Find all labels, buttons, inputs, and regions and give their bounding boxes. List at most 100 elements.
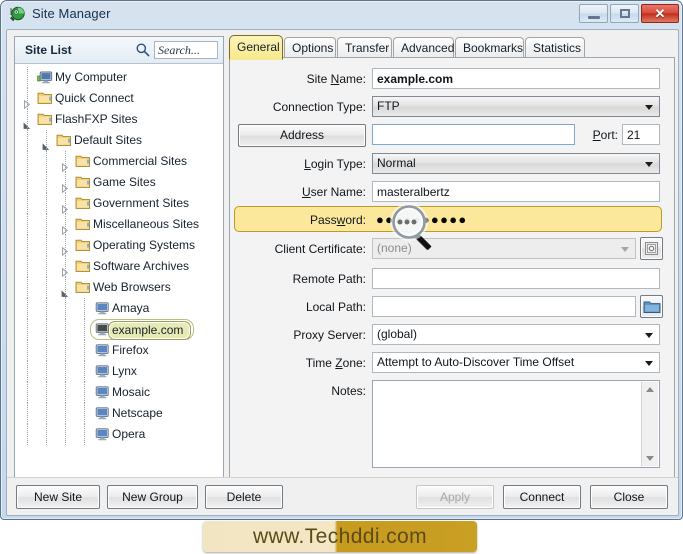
tab-label: Bookmarks	[463, 41, 524, 55]
notes-textarea[interactable]	[372, 380, 660, 468]
proxy-server-select[interactable]: (global)	[372, 324, 660, 345]
tree-item-my-computer[interactable]: My Computer	[15, 67, 223, 88]
password-input[interactable]: ●●●●●●●●●●	[376, 209, 468, 230]
tree-item-game-sites[interactable]: Game Sites	[15, 172, 223, 194]
login-type-select[interactable]: Normal	[372, 153, 660, 174]
notes-scrollbar[interactable]	[641, 382, 658, 466]
folder-icon	[56, 133, 72, 148]
tree-guide-line	[46, 298, 47, 319]
tree-item-lynx[interactable]: Lynx	[15, 361, 223, 382]
tree-guide-line	[46, 151, 47, 172]
tree-guide-line	[46, 235, 47, 256]
tab-transfer[interactable]: Transfer	[337, 37, 392, 59]
site-icon	[94, 343, 110, 358]
tree-item-example-com[interactable]: example.com	[15, 319, 223, 340]
time-zone-select[interactable]: Attempt to Auto-Discover Time Offset	[372, 352, 660, 373]
tree-item-label: Quick Connect	[55, 91, 134, 105]
tree-item-firefox[interactable]: Firefox	[15, 340, 223, 361]
new-group-button[interactable]: New Group	[107, 485, 198, 509]
tree-guide-line	[65, 214, 66, 235]
tree-item-label: example.com	[108, 321, 192, 340]
tree-guide-line	[27, 172, 28, 193]
minimize-button[interactable]	[579, 4, 608, 23]
tree-guide-line	[27, 88, 28, 109]
site-manager-window: Site Manager ✕ Site List Search... My Co…	[0, 0, 683, 520]
tree-item-flashfxp-sites[interactable]: FlashFXP Sites	[15, 109, 223, 130]
chevron-down-icon	[645, 162, 653, 167]
tree-item-commercial-sites[interactable]: Commercial Sites	[15, 151, 223, 173]
apply-button[interactable]: Apply	[416, 485, 494, 509]
connect-button[interactable]: Connect	[503, 485, 581, 509]
scroll-down-button[interactable]	[642, 451, 658, 466]
tab-label: General	[237, 40, 280, 54]
tree-guide-line	[84, 361, 85, 382]
tree-guide-line	[46, 172, 47, 193]
site-icon	[94, 406, 110, 421]
folder-icon	[75, 238, 91, 253]
tree-item-netscape[interactable]: Netscape	[15, 403, 223, 424]
tree-guide-line	[27, 403, 28, 424]
chevron-up-icon	[646, 387, 654, 392]
tree-item-mosaic[interactable]: Mosaic	[15, 382, 223, 403]
tree-item-opera[interactable]: Opera	[15, 424, 223, 445]
window-title: Site Manager	[32, 6, 111, 21]
user-name-input[interactable]	[372, 181, 660, 202]
remote-path-input[interactable]	[372, 268, 660, 289]
new-site-label: New Site	[33, 490, 83, 504]
tree-guide-line	[84, 403, 85, 424]
tab-options[interactable]: Options	[284, 37, 336, 59]
tree-item-label: Amaya	[112, 301, 150, 315]
tree-item-default-sites[interactable]: Default Sites	[15, 130, 223, 151]
local-path-browse-button[interactable]	[640, 295, 663, 318]
address-input[interactable]	[372, 124, 575, 145]
tree-item-software-archives[interactable]: Software Archives	[15, 256, 223, 278]
connection-type-select[interactable]: FTP	[372, 96, 660, 117]
scroll-up-button[interactable]	[642, 382, 658, 397]
tree-item-government-sites[interactable]: Government Sites	[15, 193, 223, 215]
tree-item-amaya[interactable]: Amaya	[15, 298, 223, 319]
close-dialog-button[interactable]: Close	[590, 485, 668, 509]
client-certificate-select[interactable]: (none)	[372, 238, 636, 259]
client-certificate-browse-button[interactable]	[640, 237, 663, 260]
tree-guide-line	[46, 340, 47, 361]
site-tree[interactable]: My Computer Quick Connect FlashFXP Sites De…	[15, 64, 223, 477]
folder-icon	[75, 196, 91, 211]
watermark-banner: www.Techddi.com	[203, 521, 477, 552]
site-icon	[94, 427, 110, 442]
general-tab-panel: Site Name: Connection Type: FTP Address …	[229, 57, 675, 478]
new-site-button[interactable]: New Site	[16, 485, 100, 509]
tree-guide-line	[65, 424, 66, 445]
chevron-down-icon	[646, 456, 654, 461]
tab-label: Options	[292, 41, 334, 55]
tree-item-miscellaneous-sites[interactable]: Miscellaneous Sites	[15, 214, 223, 236]
maximize-button[interactable]	[610, 4, 639, 23]
tab-statistics[interactable]: Statistics	[525, 37, 585, 59]
tree-item-operating-systems[interactable]: Operating Systems	[15, 235, 223, 257]
port-input[interactable]	[622, 124, 660, 145]
delete-button[interactable]: Delete	[205, 485, 283, 509]
site-icon	[94, 301, 110, 316]
address-button[interactable]: Address	[238, 124, 366, 147]
tree-item-web-browsers[interactable]: Web Browsers	[15, 277, 223, 298]
folder-icon	[75, 280, 91, 295]
tab-general[interactable]: General	[229, 35, 283, 60]
folder-icon	[37, 91, 53, 106]
search-input[interactable]	[154, 41, 218, 59]
tree-guide-line	[46, 361, 47, 382]
folder-icon	[75, 175, 91, 190]
tree-item-quick-connect[interactable]: Quick Connect	[15, 88, 223, 110]
tab-bookmarks[interactable]: Bookmarks	[455, 37, 524, 59]
user-name-label: User Name:	[301, 185, 366, 199]
close-button[interactable]: ✕	[641, 4, 679, 23]
apply-label: Apply	[439, 490, 471, 504]
chevron-down-icon	[645, 333, 653, 338]
close-label: Close	[613, 490, 645, 504]
chevron-down-icon	[645, 361, 653, 366]
tree-guide-line	[27, 109, 28, 130]
tab-advanced[interactable]: Advanced	[393, 37, 454, 59]
site-name-input[interactable]	[372, 68, 660, 89]
tree-item-label: Miscellaneous Sites	[93, 217, 200, 231]
tree-item-label: Default Sites	[74, 133, 143, 147]
tree-guide-line	[27, 193, 28, 214]
local-path-input[interactable]	[372, 296, 636, 317]
